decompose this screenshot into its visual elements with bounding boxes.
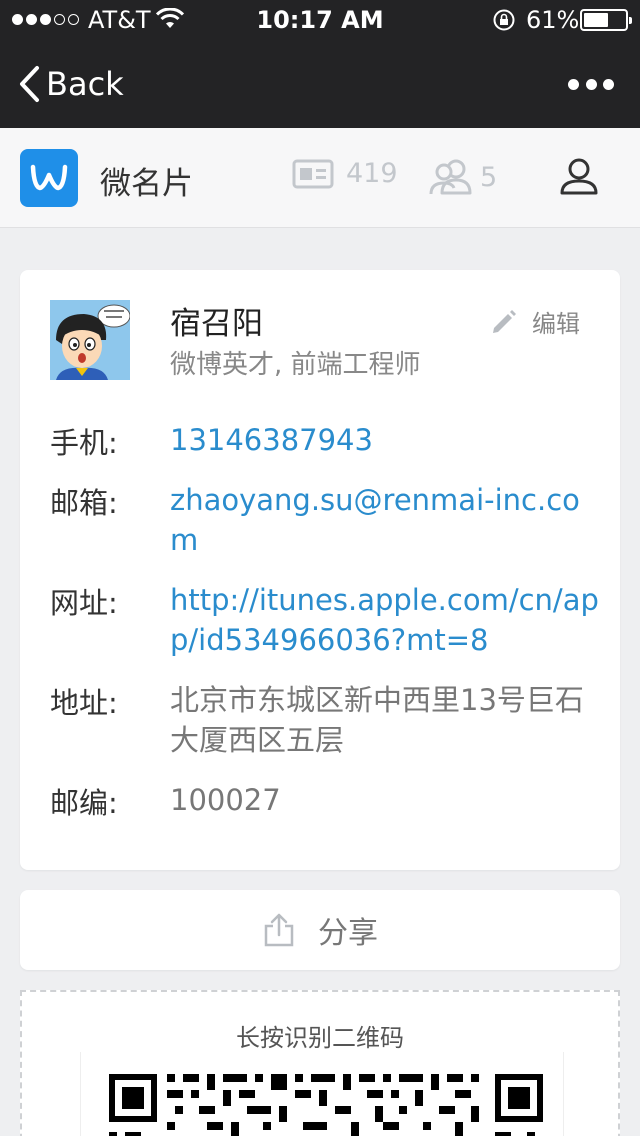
contact-card: 宿召阳 微博英才, 前端工程师 编辑 手机: 13146387943 邮箱: z…: [20, 270, 620, 870]
more-options-button[interactable]: [568, 74, 614, 94]
share-label: 分享: [318, 916, 378, 951]
field-label: 手机:: [50, 426, 118, 460]
my-profile-button[interactable]: [558, 156, 600, 202]
battery-percent: 61%: [526, 6, 580, 34]
field-label: 邮箱:: [50, 486, 118, 520]
postcode-value: 100027: [170, 783, 281, 817]
user-icon: [560, 158, 598, 195]
avatar: [50, 300, 130, 380]
phone-link[interactable]: 13146387943: [170, 420, 600, 460]
card-count-button[interactable]: 419: [292, 158, 398, 189]
contacts-count: 5: [480, 161, 498, 193]
rotation-lock-icon: [492, 8, 516, 36]
website-link[interactable]: http://itunes.apple.com/cn/app/id5349660…: [170, 580, 600, 660]
contacts-count-button[interactable]: 5: [428, 158, 497, 196]
address-value: 北京市东城区新中西里13号巨石大厦西区五层: [170, 683, 584, 757]
edit-label: 编辑: [532, 310, 580, 338]
qr-section: 长按识别二维码: [20, 990, 620, 1136]
pencil-icon: [493, 309, 516, 333]
contact-title: 微博英才, 前端工程师: [170, 350, 421, 380]
app-header: 微名片 419 5: [0, 128, 640, 228]
contacts-icon: [429, 159, 472, 195]
contact-name: 宿召阳: [170, 306, 263, 342]
back-button[interactable]: Back: [18, 62, 124, 106]
share-icon: [264, 913, 294, 947]
edit-button[interactable]: 编辑: [488, 304, 580, 339]
top-bar: AT&T 10:17 AM 61% Back: [0, 0, 640, 128]
qr-caption: 长按识别二维码: [236, 1024, 404, 1052]
field-label: 邮编:: [50, 786, 118, 820]
business-card-icon: [292, 159, 334, 188]
app-title: 微名片: [100, 166, 193, 202]
qr-code[interactable]: [80, 1052, 564, 1136]
app-logo-icon: [20, 149, 78, 207]
email-link[interactable]: zhaoyang.su@renmai-inc.com: [170, 480, 600, 560]
status-bar: AT&T 10:17 AM 61%: [0, 0, 640, 40]
field-label: 网址:: [50, 586, 118, 620]
card-count: 419: [346, 158, 398, 189]
share-button[interactable]: 分享: [20, 890, 620, 970]
chevron-left-icon: [20, 66, 39, 102]
field-label: 地址:: [50, 686, 118, 720]
back-label: Back: [46, 65, 124, 103]
battery-icon: [580, 9, 632, 31]
